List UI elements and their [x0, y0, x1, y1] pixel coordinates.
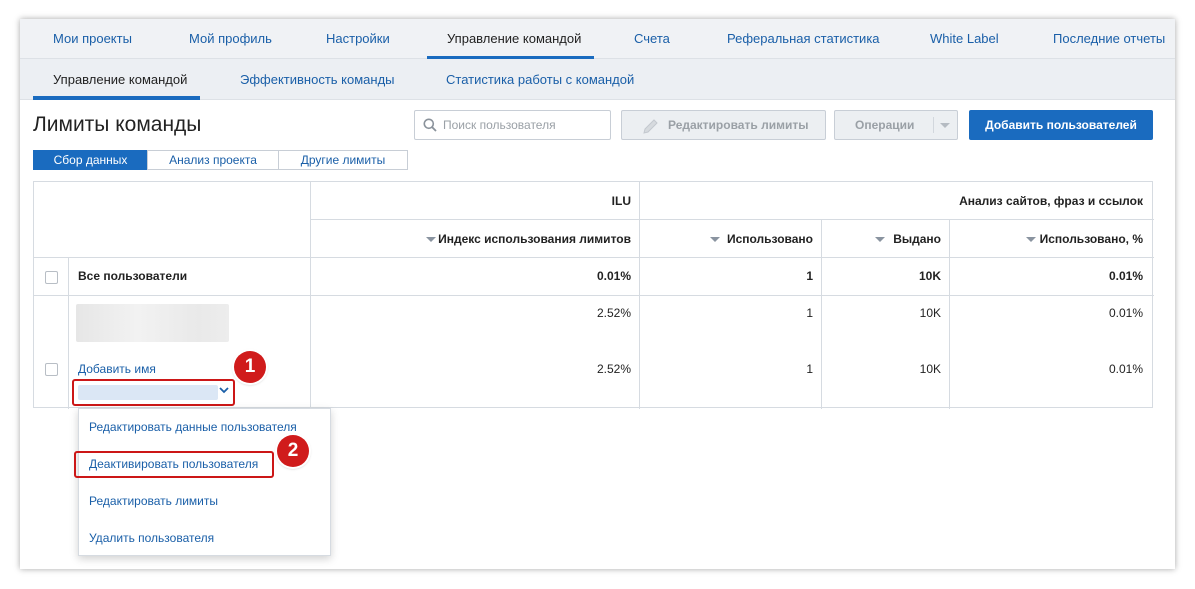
operations-separator	[933, 117, 934, 133]
menu-delete-user[interactable]: Удалить пользователя	[89, 531, 214, 545]
row-divider	[34, 257, 1154, 258]
sort-arrow-icon[interactable]	[710, 237, 720, 242]
top-nav-recent-reports[interactable]: Последние отчеты	[1053, 19, 1165, 59]
edit-limits-button[interactable]: Редактировать лимиты	[621, 110, 826, 140]
pencil-icon	[643, 119, 658, 134]
all-users-label: Все пользователи	[78, 269, 188, 283]
user-used-pct-2: 0.01%	[1108, 362, 1143, 376]
sort-arrow-icon[interactable]	[875, 237, 885, 242]
user-ilu-index-2: 2.52%	[596, 362, 631, 376]
caret-down-icon	[940, 123, 950, 128]
top-nav-settings[interactable]: Настройки	[326, 19, 390, 59]
top-nav-invoices[interactable]: Счета	[634, 19, 670, 59]
page-title: Лимиты команды	[33, 113, 202, 136]
top-nav-referral-stats[interactable]: Реферальная статистика	[727, 19, 880, 59]
select-all-checkbox[interactable]	[45, 271, 58, 284]
top-nav-my-profile[interactable]: Мой профиль	[189, 19, 272, 59]
operations-dropdown[interactable]: Операции	[834, 110, 958, 140]
col-header-ilu-index[interactable]: Индекс использования лимитов	[438, 232, 631, 246]
tab-other-limits[interactable]: Другие лимиты	[278, 150, 408, 170]
team-limits-panel: Мои проекты Мой профиль Настройки Управл…	[20, 19, 1175, 569]
limits-table: ILU Анализ сайтов, фраз и ссылок Индекс …	[33, 181, 1154, 409]
add-name-link[interactable]: Добавить имя	[78, 362, 156, 376]
user-used-2: 1	[806, 362, 813, 376]
all-users-used: 1	[806, 269, 813, 283]
menu-edit-user-data[interactable]: Редактировать данные пользователя	[89, 420, 297, 434]
col-header-used[interactable]: Использовано	[727, 232, 813, 246]
chevron-down-icon[interactable]	[218, 384, 230, 396]
top-nav-team-management[interactable]: Управление командой	[447, 19, 581, 59]
user-issued-2: 10K	[919, 362, 941, 376]
user-avatar-redacted	[76, 304, 229, 342]
top-nav: Мои проекты Мой профиль Настройки Управл…	[20, 19, 1175, 59]
tab-project-analysis[interactable]: Анализ проекта	[147, 150, 279, 170]
col-divider	[68, 257, 69, 409]
sort-arrow-icon[interactable]	[1026, 237, 1036, 242]
user-actions-dropdown[interactable]	[72, 379, 235, 406]
all-users-issued: 10K	[918, 269, 941, 283]
annotation-badge-1: 1	[234, 351, 266, 383]
sort-arrow-icon[interactable]	[426, 237, 436, 242]
user-search[interactable]	[414, 110, 611, 140]
top-nav-my-projects[interactable]: Мои проекты	[53, 19, 132, 59]
user-ilu-index: 2.52%	[596, 306, 631, 320]
col-header-issued[interactable]: Выдано	[893, 232, 941, 246]
group-header-ilu: ILU	[611, 194, 631, 208]
search-icon	[423, 118, 437, 132]
menu-edit-limits[interactable]: Редактировать лимиты	[89, 494, 218, 508]
annotation-badge-2: 2	[277, 435, 309, 467]
user-actions-menu: Редактировать данные пользователя Деакти…	[78, 408, 331, 556]
edit-limits-label: Редактировать лимиты	[668, 118, 809, 132]
row-divider	[310, 219, 1154, 220]
col-divider	[949, 219, 950, 409]
col-divider	[821, 219, 822, 409]
tab-data-collection[interactable]: Сбор данных	[33, 150, 148, 170]
sub-nav-active-indicator	[33, 96, 200, 100]
row-divider	[34, 295, 1154, 296]
all-users-used-pct: 0.01%	[1108, 269, 1143, 283]
sub-nav: Управление командой Эффективность команд…	[20, 59, 1175, 100]
sub-nav-team-efficiency[interactable]: Эффективность команды	[240, 59, 395, 100]
sub-nav-team-management[interactable]: Управление командой	[53, 59, 187, 100]
sub-nav-team-work-stats[interactable]: Статистика работы с командой	[446, 59, 634, 100]
user-email-redacted	[78, 385, 218, 400]
col-header-used-pct[interactable]: Использовано, %	[1040, 232, 1143, 246]
user-row-checkbox[interactable]	[45, 363, 58, 376]
deactivate-highlight	[74, 451, 274, 478]
add-users-button[interactable]: Добавить пользователей	[969, 110, 1153, 140]
user-used: 1	[806, 306, 813, 320]
operations-label: Операции	[855, 118, 915, 132]
limits-category-tabs: Сбор данных Анализ проекта Другие лимиты	[33, 150, 408, 170]
top-nav-white-label[interactable]: White Label	[930, 19, 999, 59]
user-used-pct: 0.01%	[1108, 306, 1143, 320]
user-search-input[interactable]	[443, 111, 603, 139]
group-header-analysis: Анализ сайтов, фраз и ссылок	[959, 194, 1143, 208]
user-issued: 10K	[919, 306, 941, 320]
all-users-ilu-index: 0.01%	[596, 269, 631, 283]
